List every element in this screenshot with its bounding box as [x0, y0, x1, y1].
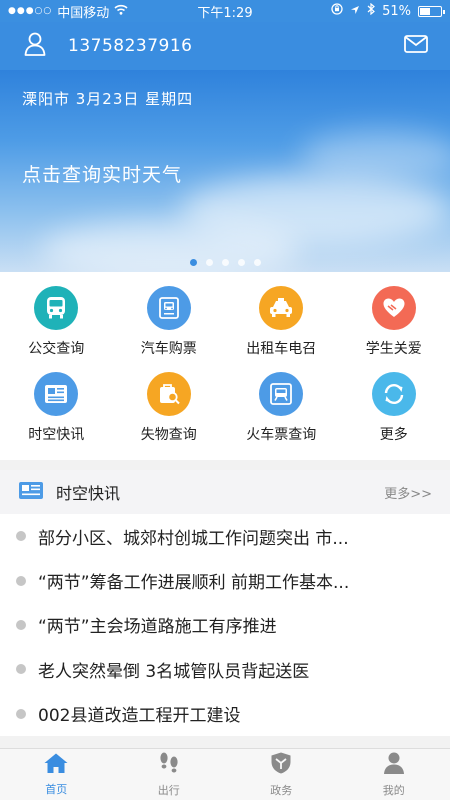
user-profile-icon[interactable]: [24, 32, 46, 60]
bus-icon: [34, 286, 79, 330]
battery-icon: [418, 5, 445, 17]
news-headline: 老人突然晕倒 3名城管队员背起送医: [38, 661, 310, 682]
news-list: 部分小区、城郊村创城工作问题突出 市... “两节”筹备工作进展顺利 前期工作基本…: [0, 514, 450, 736]
mail-icon[interactable]: [404, 35, 428, 57]
service-label: 学生关爱: [365, 341, 422, 357]
heart-hands-icon: [371, 286, 416, 330]
banner-date: 溧阳市 3月23日 星期四: [22, 90, 194, 108]
tab-shield[interactable]: 政务: [225, 749, 338, 800]
bullet-dot: [16, 575, 26, 586]
tab-label: 我的: [382, 784, 405, 797]
refresh-icon: [371, 372, 416, 416]
taxi-icon: [259, 286, 304, 330]
news-more-link[interactable]: 更多>>: [384, 483, 432, 502]
tab-footprints[interactable]: 出行: [113, 749, 226, 800]
bottom-tab-bar: 首页 出行 政务 我的: [0, 748, 450, 800]
news-section-title: 时空快讯: [56, 484, 121, 503]
signal-icon: ●●●○○: [8, 6, 53, 16]
service-item[interactable]: 火车票查询: [225, 372, 338, 456]
tab-label: 首页: [45, 783, 68, 796]
news-item[interactable]: “两节”主会场道路施工有序推进: [0, 603, 450, 647]
wifi-icon: [114, 4, 128, 19]
news-header: 时空快讯 更多>>: [0, 470, 450, 514]
shield-icon: [269, 751, 293, 779]
service-item[interactable]: 出租车电召: [225, 286, 338, 372]
news-headline: “两节”主会场道路施工有序推进: [38, 617, 277, 638]
weather-query-link[interactable]: 点击查询实时天气: [22, 160, 182, 187]
news-headline: 部分小区、城郊村创城工作问题突出 市...: [38, 528, 349, 549]
train-icon: [259, 372, 304, 416]
tab-label: 政务: [270, 784, 293, 797]
service-item[interactable]: 失物查询: [113, 372, 226, 456]
home-icon: [43, 752, 69, 778]
news-item[interactable]: 老人突然晕倒 3名城管队员背起送医: [0, 647, 450, 691]
bullet-dot: [16, 664, 26, 675]
news-item[interactable]: 002县道改造工程开工建设: [0, 692, 450, 736]
battery-percent: 51%: [382, 3, 411, 19]
footprints-icon: [157, 751, 181, 779]
tab-user[interactable]: 我的: [338, 749, 450, 800]
bluetooth-icon: [367, 2, 376, 19]
news-item[interactable]: 部分小区、城郊村创城工作问题突出 市...: [0, 514, 450, 558]
service-label: 失物查询: [140, 427, 197, 443]
service-label: 汽车购票: [140, 341, 197, 357]
service-item[interactable]: 公交查询: [0, 286, 113, 372]
news-headline: 002县道改造工程开工建设: [38, 706, 241, 727]
service-item[interactable]: 更多: [338, 372, 450, 456]
service-label: 公交查询: [28, 341, 85, 357]
news-section-icon: [18, 481, 44, 504]
tab-label: 出行: [157, 784, 180, 797]
bus-ticket-icon: [146, 286, 191, 330]
lock-rotation-icon: [331, 3, 343, 19]
bullet-dot: [16, 531, 26, 542]
pager-dot[interactable]: [237, 259, 245, 266]
top-bar: 13758237916: [0, 22, 450, 70]
lost-found-icon: [146, 372, 191, 416]
pager-dot[interactable]: [189, 259, 197, 266]
carrier-label: 中国移动: [57, 5, 110, 21]
bullet-dot: [16, 708, 26, 719]
status-bar: ●●●○○ 中国移动 下午1:29 51%: [0, 0, 450, 22]
service-item[interactable]: 汽车购票: [113, 286, 226, 372]
news-item[interactable]: “两节”筹备工作进展顺利 前期工作基本...: [0, 558, 450, 602]
service-item[interactable]: 时空快讯: [0, 372, 113, 456]
location-arrow-icon: [350, 4, 360, 19]
service-label: 时空快讯: [28, 427, 85, 443]
pager-dot[interactable]: [221, 259, 229, 266]
user-phone-number[interactable]: 13758237916: [68, 36, 404, 56]
news-headline: “两节”筹备工作进展顺利 前期工作基本...: [38, 573, 350, 594]
service-label: 火车票查询: [246, 427, 317, 443]
service-label: 出租车电召: [246, 341, 317, 357]
tab-home[interactable]: 首页: [0, 749, 113, 800]
user-icon: [382, 751, 406, 779]
cloud-decoration: [300, 130, 450, 180]
weather-banner[interactable]: 溧阳市 3月23日 星期四 点击查询实时天气: [0, 70, 450, 272]
pager-dot[interactable]: [205, 259, 213, 266]
news-icon: [34, 372, 79, 416]
service-grid: 公交查询 汽车购票 出租车电召 学生关爱时空快讯 失物查询 火车票查询 更多: [0, 272, 450, 460]
service-label: 更多: [379, 427, 408, 443]
service-item[interactable]: 学生关爱: [338, 286, 450, 372]
bullet-dot: [16, 619, 26, 630]
banner-pager[interactable]: [0, 259, 450, 266]
pager-dot[interactable]: [253, 259, 261, 266]
